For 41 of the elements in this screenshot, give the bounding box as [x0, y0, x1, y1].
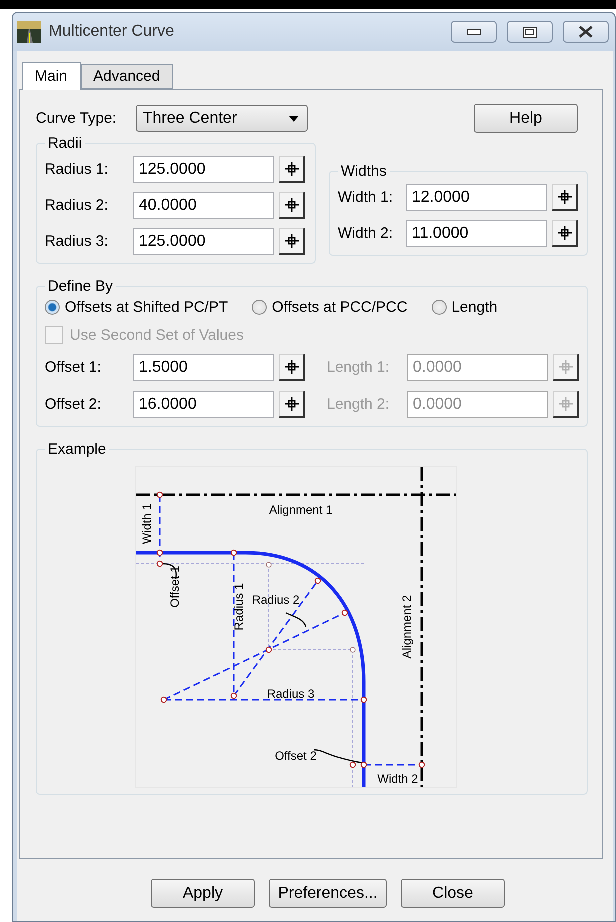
field-label: Radius 3:	[45, 233, 110, 250]
group-title: Define By	[47, 278, 114, 295]
dialog-button[interactable]: Preferences...	[269, 879, 387, 908]
diagram-label: Radius 3	[267, 687, 315, 702]
field-label: Length 1:	[327, 359, 391, 376]
dialog-button[interactable]: Apply	[151, 879, 255, 908]
field-label: Offset 1:	[45, 359, 102, 376]
radio-option[interactable]: Length	[432, 299, 498, 316]
radio-option[interactable]: Offsets at Shifted PC/PT	[45, 299, 228, 316]
field-label: Offset 2:	[45, 396, 102, 413]
diagram-label: Alignment 1	[269, 503, 333, 518]
number-input-field[interactable]: 16.0000	[133, 391, 274, 418]
diagram-label: Radius 1	[232, 583, 246, 631]
field-label: Curve Type:	[36, 110, 118, 127]
diagram-label: Offset 2	[275, 749, 317, 764]
field-label: Radius 2:	[45, 197, 110, 214]
help-button[interactable]: Help	[474, 104, 578, 133]
field-label: Width 2:	[338, 225, 394, 242]
number-input-field[interactable]: 1.5000	[133, 354, 274, 381]
group-title: Example	[47, 441, 108, 458]
group-title: Widths	[340, 163, 388, 180]
field-label: Length 2:	[327, 396, 391, 413]
number-input-field[interactable]: 12.0000	[406, 184, 547, 211]
number-input-field[interactable]: 11.0000	[406, 220, 547, 247]
window-title: Multicenter Curve	[49, 23, 176, 41]
number-input-field[interactable]: 125.0000	[133, 228, 274, 255]
number-input-field[interactable]: 40.0000	[133, 192, 274, 219]
group-title: Radii	[47, 135, 84, 152]
dialog-button[interactable]: Close	[401, 879, 505, 908]
diagram-label: Alignment 2	[400, 595, 414, 659]
radio-option[interactable]: Offsets at PCC/PCC	[252, 299, 408, 316]
field-label: Width 1:	[338, 189, 394, 206]
field-label: Radius 1:	[45, 161, 110, 178]
number-input-field[interactable]: 125.0000	[133, 156, 274, 183]
tab[interactable]: Main	[22, 62, 81, 90]
diagram-label: Width 2	[378, 772, 418, 786]
diagram-label: Width 1	[140, 504, 154, 544]
tab[interactable]: Advanced	[80, 64, 174, 89]
checkbox-label: Use Second Set of Values	[70, 326, 244, 344]
curve-type-dropdown[interactable]: Three Center	[136, 105, 308, 132]
diagram-label: Radius 2	[252, 593, 300, 608]
